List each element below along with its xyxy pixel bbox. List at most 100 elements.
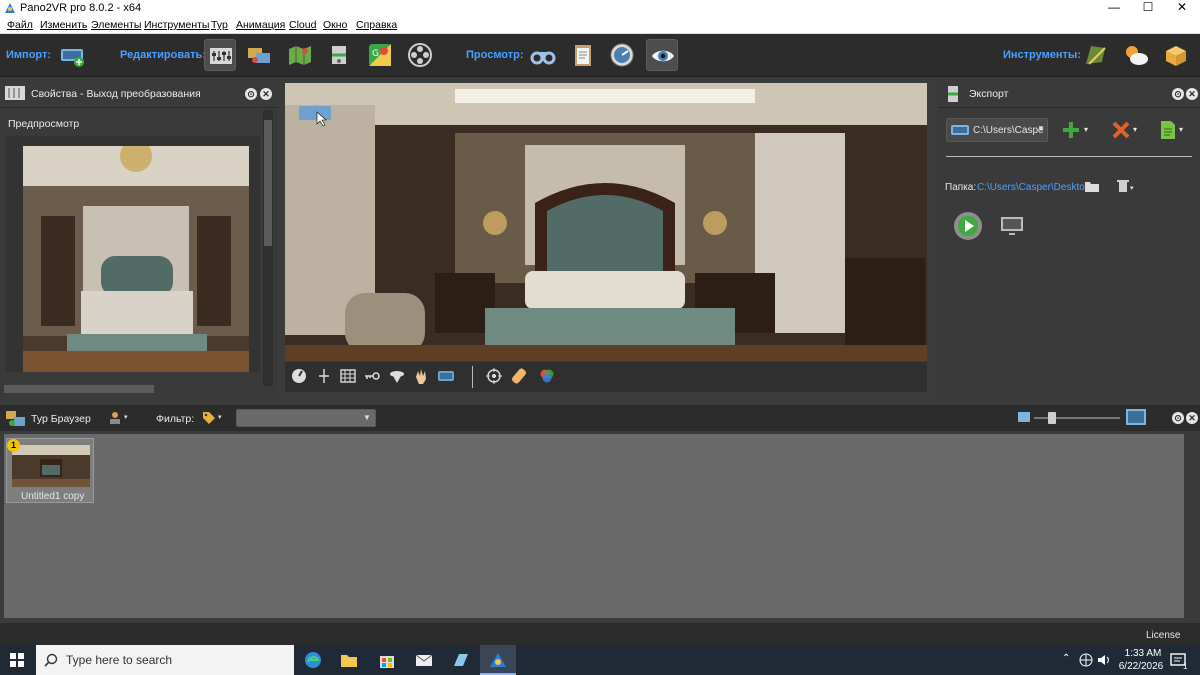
thumbnail-size-slider[interactable] [1034, 417, 1120, 419]
hotspots-button[interactable] [243, 39, 275, 71]
export-undock-icon[interactable]: ⊙ [1172, 88, 1184, 100]
weather-icon [1126, 46, 1148, 65]
browser-scrollbar[interactable] [1186, 436, 1196, 620]
viewer-toolbar [285, 362, 927, 392]
tray-chevron-up-icon[interactable]: ⌃ [1062, 653, 1070, 664]
maximize-button[interactable]: ☐ [1130, 0, 1166, 17]
key-tool-icon[interactable] [364, 368, 380, 384]
edge-icon[interactable] [304, 651, 322, 669]
filter-input[interactable]: ▼ [236, 409, 376, 427]
menu-animation[interactable]: Анимация [236, 19, 285, 31]
active-app-tab[interactable] [480, 645, 516, 675]
remove-output-icon[interactable] [1112, 121, 1130, 139]
node-thumbnail[interactable]: 1 Untitled1 copy [6, 438, 94, 503]
license-status[interactable]: License [1146, 630, 1180, 641]
weather-button[interactable] [1120, 39, 1152, 71]
pano2vr-taskbar-icon[interactable] [452, 651, 470, 669]
add-output-icon[interactable] [1062, 121, 1080, 139]
preview-label: Предпросмотр [8, 118, 80, 130]
color-tool-icon[interactable] [539, 368, 555, 384]
preview-eye-button[interactable] [646, 39, 678, 71]
target-tool-icon[interactable] [486, 368, 502, 384]
crosshair-tool-icon[interactable] [316, 368, 332, 384]
animation-button[interactable] [404, 39, 436, 71]
panel-close-icon[interactable]: ✕ [260, 88, 272, 100]
patches-button[interactable] [323, 39, 355, 71]
close-button[interactable]: ✕ [1164, 0, 1200, 17]
compass-button[interactable] [606, 39, 638, 71]
panel-undock-icon[interactable]: ⊙ [245, 88, 257, 100]
browser-close-icon[interactable]: ✕ [1186, 412, 1198, 424]
notes-icon [575, 45, 591, 66]
volume-icon[interactable] [1097, 653, 1111, 667]
windows-start-icon[interactable] [10, 653, 24, 667]
tour-browser-title: Тур Браузер [31, 413, 91, 425]
properties-panel-title: Свойства - Выход преобразования [31, 88, 201, 100]
hand-tool-icon[interactable] [413, 368, 429, 384]
tag-chevron-icon[interactable]: ▾ [218, 413, 222, 421]
document-chevron-icon[interactable]: ▾ [1179, 125, 1183, 134]
menu-bar: Файл Изменить Элементы Инструменты Тур А… [0, 17, 1200, 34]
panorama-viewer[interactable] [285, 83, 927, 361]
add-chevron-icon[interactable]: ▾ [1084, 125, 1088, 134]
folder-path-link[interactable]: C:\Users\Casper\Desktop [977, 182, 1090, 193]
export-close-icon[interactable]: ✕ [1186, 88, 1198, 100]
hotspot-tool-icon[interactable] [437, 368, 455, 384]
browser-undock-icon[interactable]: ⊙ [1172, 412, 1184, 424]
import-panorama-button[interactable] [56, 39, 88, 71]
chevron-down-icon: ▼ [1037, 124, 1045, 133]
menu-cloud[interactable]: Cloud [289, 19, 316, 31]
animation-icon [408, 43, 432, 67]
nadir-tool-icon[interactable] [389, 368, 405, 384]
trash-icon[interactable] [1116, 179, 1130, 193]
preview-screen-icon[interactable] [1000, 216, 1024, 236]
grid-tool-icon[interactable] [340, 368, 356, 384]
network-icon[interactable] [1079, 653, 1093, 667]
menu-elements[interactable]: Элементы [91, 19, 141, 31]
user-filter-icon[interactable] [108, 411, 122, 425]
file-explorer-icon[interactable] [340, 651, 358, 669]
output-format-select[interactable]: C:\Users\Caspe ▼ [946, 118, 1048, 142]
mail-icon[interactable] [415, 651, 433, 669]
menu-window[interactable]: Окно [323, 19, 347, 31]
binoculars-icon [530, 51, 556, 65]
menu-tour[interactable]: Тур [211, 19, 228, 31]
output-document-icon[interactable] [1160, 120, 1176, 140]
filter-dropdown-icon[interactable]: ▼ [363, 413, 371, 422]
binoculars-button[interactable] [527, 39, 559, 71]
minimize-button[interactable]: — [1096, 0, 1132, 17]
open-folder-icon[interactable] [1084, 179, 1100, 193]
menu-tools[interactable]: Инструменты [144, 19, 209, 31]
taskbar-search-box[interactable]: Type here to search [36, 645, 294, 675]
compass-tool-icon[interactable] [291, 368, 307, 384]
menu-edit[interactable]: Изменить [40, 19, 87, 31]
properties-panel-icon [5, 86, 25, 100]
search-icon [44, 653, 58, 667]
hotspots-icon [248, 48, 270, 63]
status-bar: License [0, 623, 1200, 645]
map-button[interactable] [284, 39, 316, 71]
tag-icon[interactable] [202, 411, 216, 425]
trash-chevron-icon[interactable]: ▾ [1130, 184, 1134, 192]
remove-chevron-icon[interactable]: ▾ [1133, 125, 1137, 134]
properties-button[interactable] [204, 39, 236, 71]
menu-file[interactable]: Файл [7, 19, 33, 31]
menu-help[interactable]: Справка [356, 19, 397, 31]
store-icon[interactable] [378, 651, 396, 669]
google-maps-button[interactable]: G [364, 39, 396, 71]
generate-output-icon[interactable] [952, 210, 984, 242]
folder-label: Папка: [945, 182, 977, 193]
patches-icon [332, 46, 346, 64]
eye-icon [652, 50, 674, 62]
google-maps-icon: G [369, 44, 391, 66]
skin-editor-button[interactable] [1080, 39, 1112, 71]
pano2vr-app-icon [5, 3, 15, 13]
notes-button[interactable] [567, 39, 599, 71]
patch-tool-icon[interactable] [511, 368, 527, 384]
slider-handle[interactable] [1048, 412, 1056, 424]
package-button[interactable] [1160, 39, 1192, 71]
clock-time[interactable]: 1:33 AM [1121, 648, 1165, 659]
output-format-icon [951, 125, 969, 135]
user-chevron-icon[interactable]: ▾ [124, 413, 128, 421]
clock-date[interactable]: 6/22/2026 [1115, 661, 1167, 672]
